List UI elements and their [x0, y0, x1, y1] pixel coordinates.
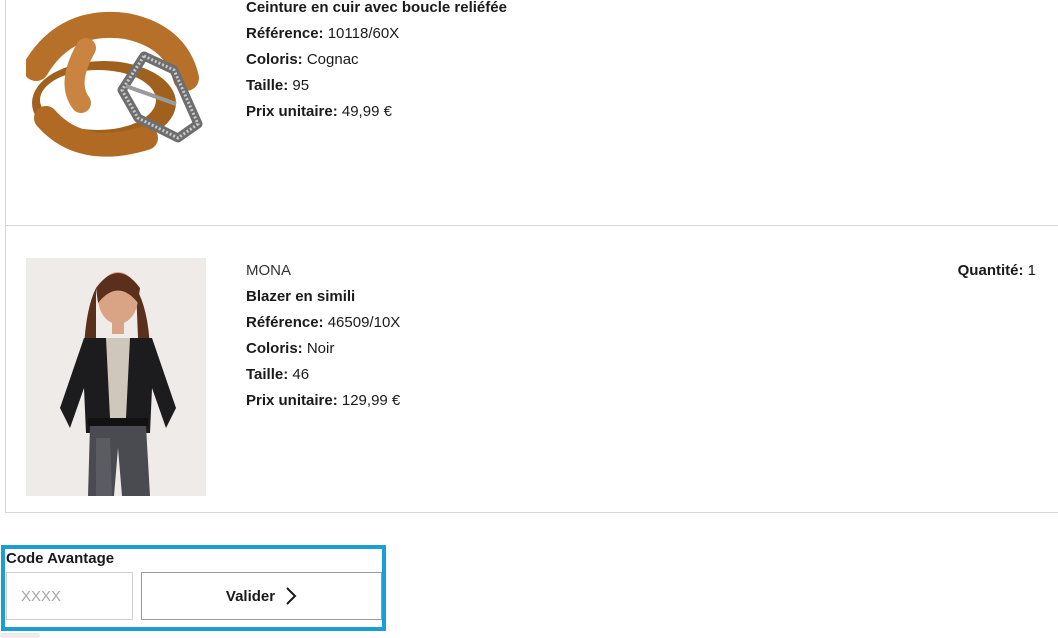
product-image-belt[interactable]: [26, 8, 206, 168]
product-info-blazer: MONA Blazer en simili Référence: 46509/1…: [246, 258, 400, 414]
validate-button-label: Valider: [225, 587, 276, 605]
scroll-indicator: [0, 633, 40, 638]
item-divider: [5, 225, 1058, 226]
blazer-model-image: [26, 258, 206, 496]
chevron-right-icon: [286, 587, 297, 605]
product-reference: Référence: 46509/10X: [246, 314, 401, 331]
product-title[interactable]: Ceinture en cuir avec boucle reliéfée: [246, 0, 507, 21]
product-reference: Référence: 10118/60X: [246, 25, 400, 42]
product-info-belt: Ceinture en cuir avec boucle reliéfée Ré…: [246, 0, 507, 125]
product-color: Coloris: Cognac: [246, 51, 359, 68]
product-brand: MONA: [246, 262, 291, 279]
product-image-blazer[interactable]: [26, 258, 206, 496]
product-size: Taille: 95: [246, 77, 310, 94]
belt-image: [26, 12, 203, 157]
validate-coupon-button[interactable]: Valider: [141, 572, 382, 620]
coupon-label: Code Avantage: [6, 550, 115, 567]
coupon-code-input[interactable]: [6, 572, 133, 620]
product-title[interactable]: Blazer en simili: [246, 284, 400, 310]
product-size: Taille: 46: [246, 366, 310, 383]
product-color: Coloris: Noir: [246, 340, 335, 357]
product-unit-price: Prix unitaire: 129,99 €: [246, 392, 401, 409]
product-unit-price: Prix unitaire: 49,99 €: [246, 103, 392, 120]
product-quantity: Quantité: 1: [957, 262, 1036, 279]
